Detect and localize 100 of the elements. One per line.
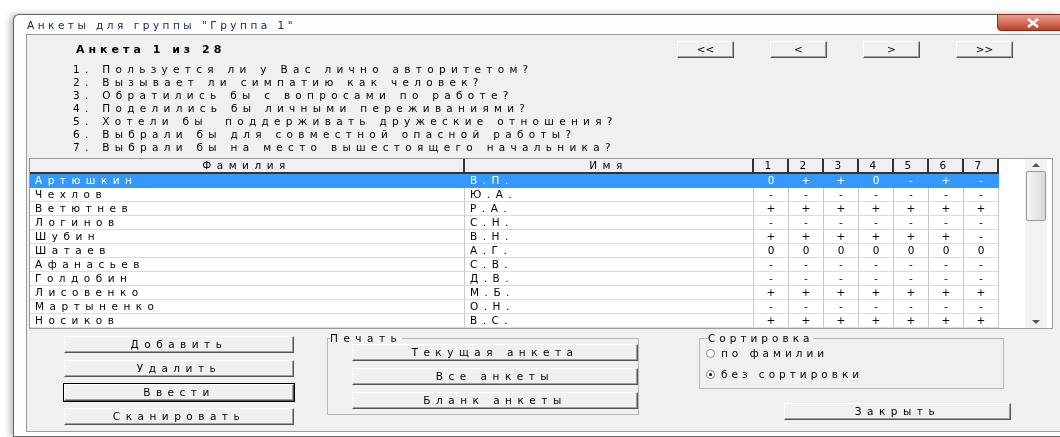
- radio-label[interactable]: по фамилии: [721, 347, 829, 359]
- table-cell: 0: [859, 244, 894, 258]
- table-cell: +: [964, 314, 999, 328]
- question-text: 7. Выбрали бы на место вышестоящего начальника?: [72, 141, 617, 154]
- column-header[interactable]: 5: [894, 159, 929, 174]
- table-cell: +: [789, 314, 824, 328]
- table-cell: +: [859, 314, 894, 328]
- table-cell: -: [789, 272, 824, 286]
- table-cell: -: [964, 174, 999, 188]
- table-cell: Р.А.: [465, 202, 754, 216]
- table-cell: Шатаев: [30, 244, 465, 258]
- column-header[interactable]: Фамилия: [30, 159, 465, 174]
- print-button[interactable]: Текущая анкета: [352, 344, 638, 361]
- close-dialog-button[interactable]: Закрыть: [784, 403, 1011, 420]
- table-cell: +: [789, 174, 824, 188]
- table-row[interactable]: Ветютнев Р.А. + + + + + + +: [30, 202, 999, 216]
- group-label: Печать: [330, 333, 403, 344]
- table-cell: -: [859, 272, 894, 286]
- column-header[interactable]: 2: [789, 159, 824, 174]
- table-cell: -: [824, 300, 859, 314]
- column-header[interactable]: 7: [964, 159, 999, 174]
- table-cell: Мартыненко: [30, 300, 465, 314]
- table-cell: -: [929, 188, 964, 202]
- table-cell: -: [754, 188, 789, 202]
- table-cell: -: [859, 300, 894, 314]
- table-cell: В.С.: [465, 314, 754, 328]
- table-cell: -: [789, 300, 824, 314]
- table-cell: -: [929, 272, 964, 286]
- table-cell: -: [789, 258, 824, 272]
- table-cell: Голдобин: [30, 272, 465, 286]
- table-cell: -: [824, 272, 859, 286]
- radio-button[interactable]: [706, 369, 715, 379]
- action-button[interactable]: Добавить: [64, 336, 294, 353]
- table-cell: +: [824, 314, 859, 328]
- navigation-button[interactable]: <<: [677, 40, 734, 58]
- action-button[interactable]: Сканировать: [64, 408, 294, 425]
- table-cell: -: [964, 230, 999, 244]
- navigation-button[interactable]: >: [863, 40, 920, 58]
- table-cell: -: [754, 272, 789, 286]
- column-header[interactable]: 4: [859, 159, 894, 174]
- question-text: 5. Хотели бы поддерживать дружеские отношения?: [72, 115, 619, 128]
- table-cell: Шубин: [30, 230, 465, 244]
- radio-button[interactable]: [706, 348, 715, 358]
- table-cell: +: [929, 230, 964, 244]
- navigation-button[interactable]: <: [770, 40, 827, 58]
- table-cell: +: [754, 230, 789, 244]
- table-cell: -: [964, 216, 999, 230]
- table-cell: -: [964, 300, 999, 314]
- close-button[interactable]: [997, 14, 1060, 31]
- action-button[interactable]: Удалить: [64, 360, 294, 377]
- column-header[interactable]: 1: [754, 159, 789, 174]
- table-cell: Ветютнев: [30, 202, 465, 216]
- table-row[interactable]: Шубин В.Н. + + + + + + -: [30, 230, 999, 244]
- table-cell: -: [789, 216, 824, 230]
- question-text: 3. Обратились бы с вопросами по работе?: [72, 89, 515, 102]
- table-row[interactable]: Мартыненко О.Н. - - - - - - -: [30, 300, 999, 314]
- group-label: Сортировка: [708, 333, 814, 344]
- table-cell: Д.В.: [465, 272, 754, 286]
- navigation-button[interactable]: >>: [956, 40, 1013, 58]
- table-cell: +: [859, 286, 894, 300]
- table-cell: Чехлов: [30, 188, 465, 202]
- table-cell: Носиков: [30, 314, 465, 328]
- table-cell: -: [964, 188, 999, 202]
- scroll-thumb[interactable]: [1026, 171, 1046, 221]
- table-cell: +: [789, 230, 824, 244]
- table-cell: -: [789, 188, 824, 202]
- table-cell: Лисовенко: [30, 286, 465, 300]
- print-button[interactable]: Все анкеты: [352, 368, 638, 385]
- column-header[interactable]: 3: [824, 159, 859, 174]
- table-row[interactable]: Голдобин Д.В. - - - - - - -: [30, 272, 999, 286]
- table-cell: +: [824, 286, 859, 300]
- table-cell: -: [964, 258, 999, 272]
- table-cell: +: [929, 202, 964, 216]
- table-cell: -: [894, 258, 929, 272]
- table-cell: В.П.: [465, 174, 754, 188]
- table-row[interactable]: Носиков В.С. + + + + + + +: [30, 314, 999, 328]
- table-row[interactable]: Чехлов Ю.А. - - - - - - -: [30, 188, 999, 202]
- question-text: 2. Вызывает ли симпатию как человек?: [72, 76, 485, 89]
- radio-label[interactable]: без сортировки: [721, 368, 864, 380]
- vertical-scrollbar[interactable]: [1025, 159, 1047, 328]
- column-header[interactable]: 6: [929, 159, 964, 174]
- table-cell: -: [894, 174, 929, 188]
- action-button[interactable]: Ввести: [64, 384, 294, 401]
- table-cell: Ю.А.: [465, 188, 754, 202]
- scroll-up-icon[interactable]: [1031, 162, 1041, 168]
- print-button[interactable]: Бланк анкеты: [352, 392, 638, 409]
- table-cell: -: [929, 300, 964, 314]
- scroll-down-icon[interactable]: [1031, 319, 1041, 325]
- column-header[interactable]: Имя: [465, 159, 754, 174]
- table-cell: +: [929, 314, 964, 328]
- table-row[interactable]: Афанасьев С.В. - - - - - - -: [30, 258, 999, 272]
- table-cell: О.Н.: [465, 300, 754, 314]
- survey-counter: Анкета 1 из 28: [76, 42, 226, 56]
- table-cell: -: [859, 258, 894, 272]
- table-cell: +: [789, 286, 824, 300]
- table-row[interactable]: Логинов С.Н. - - - - - - -: [30, 216, 999, 230]
- table-cell: А.Г.: [465, 244, 754, 258]
- table-row[interactable]: Лисовенко М.Б. + + + + + + +: [30, 286, 999, 300]
- table-cell: -: [894, 216, 929, 230]
- table-row[interactable]: Шатаев А.Г. 0 0 0 0 0 0 0: [30, 244, 999, 258]
